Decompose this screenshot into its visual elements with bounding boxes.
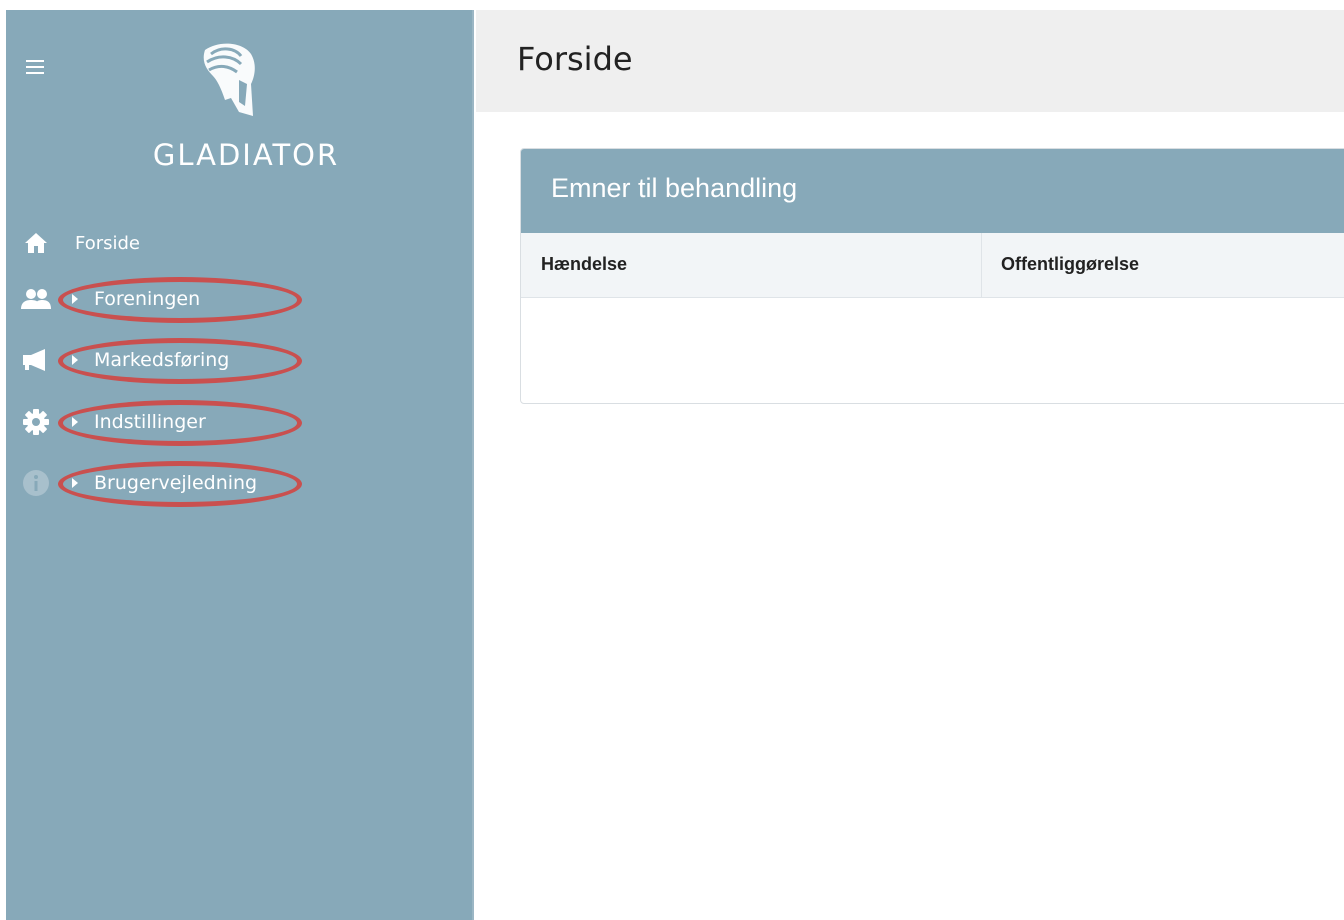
sidebar-item-label: Foreningen	[94, 288, 201, 310]
column-divider	[981, 233, 982, 298]
page-title: Forside	[517, 40, 633, 78]
gladiator-helmet-logo	[203, 43, 255, 117]
megaphone-icon	[20, 344, 52, 376]
sidebar: GLADIATOR Forside Foreningen Markedsføri…	[6, 10, 474, 920]
table-body	[521, 298, 1344, 403]
hamburger-menu-icon[interactable]	[26, 60, 44, 76]
gear-icon	[20, 406, 52, 438]
chevron-right-icon	[72, 417, 78, 427]
chevron-right-icon	[72, 355, 78, 365]
sidebar-item-forside[interactable]: Forside	[6, 221, 306, 265]
sidebar-item-brugervejledning[interactable]: Brugervejledning	[6, 461, 306, 507]
column-header-haendelse[interactable]: Hændelse	[541, 254, 627, 275]
sidebar-item-label: Indstillinger	[94, 411, 206, 433]
table-header: Hændelse Offentliggørelse	[521, 233, 1344, 298]
home-icon	[20, 227, 52, 259]
page-header: Forside	[476, 10, 1344, 112]
sidebar-item-label: Markedsføring	[94, 349, 230, 371]
sidebar-item-markedsforing[interactable]: Markedsføring	[6, 338, 306, 384]
topics-panel: Emner til behandling Hændelse Offentligg…	[520, 148, 1344, 404]
chevron-right-icon	[72, 294, 78, 304]
chevron-right-icon	[72, 478, 78, 488]
sidebar-item-foreningen[interactable]: Foreningen	[6, 277, 306, 323]
info-icon	[20, 467, 52, 499]
panel-title: Emner til behandling	[551, 173, 798, 203]
sidebar-item-label: Brugervejledning	[94, 472, 258, 494]
sidebar-item-indstillinger[interactable]: Indstillinger	[6, 400, 306, 446]
column-header-offentliggorelse[interactable]: Offentliggørelse	[1001, 254, 1139, 275]
sidebar-item-label: Forside	[75, 232, 141, 254]
brand-name: GLADIATOR	[152, 138, 340, 172]
panel-header: Emner til behandling	[521, 149, 1344, 233]
people-icon	[20, 283, 52, 315]
